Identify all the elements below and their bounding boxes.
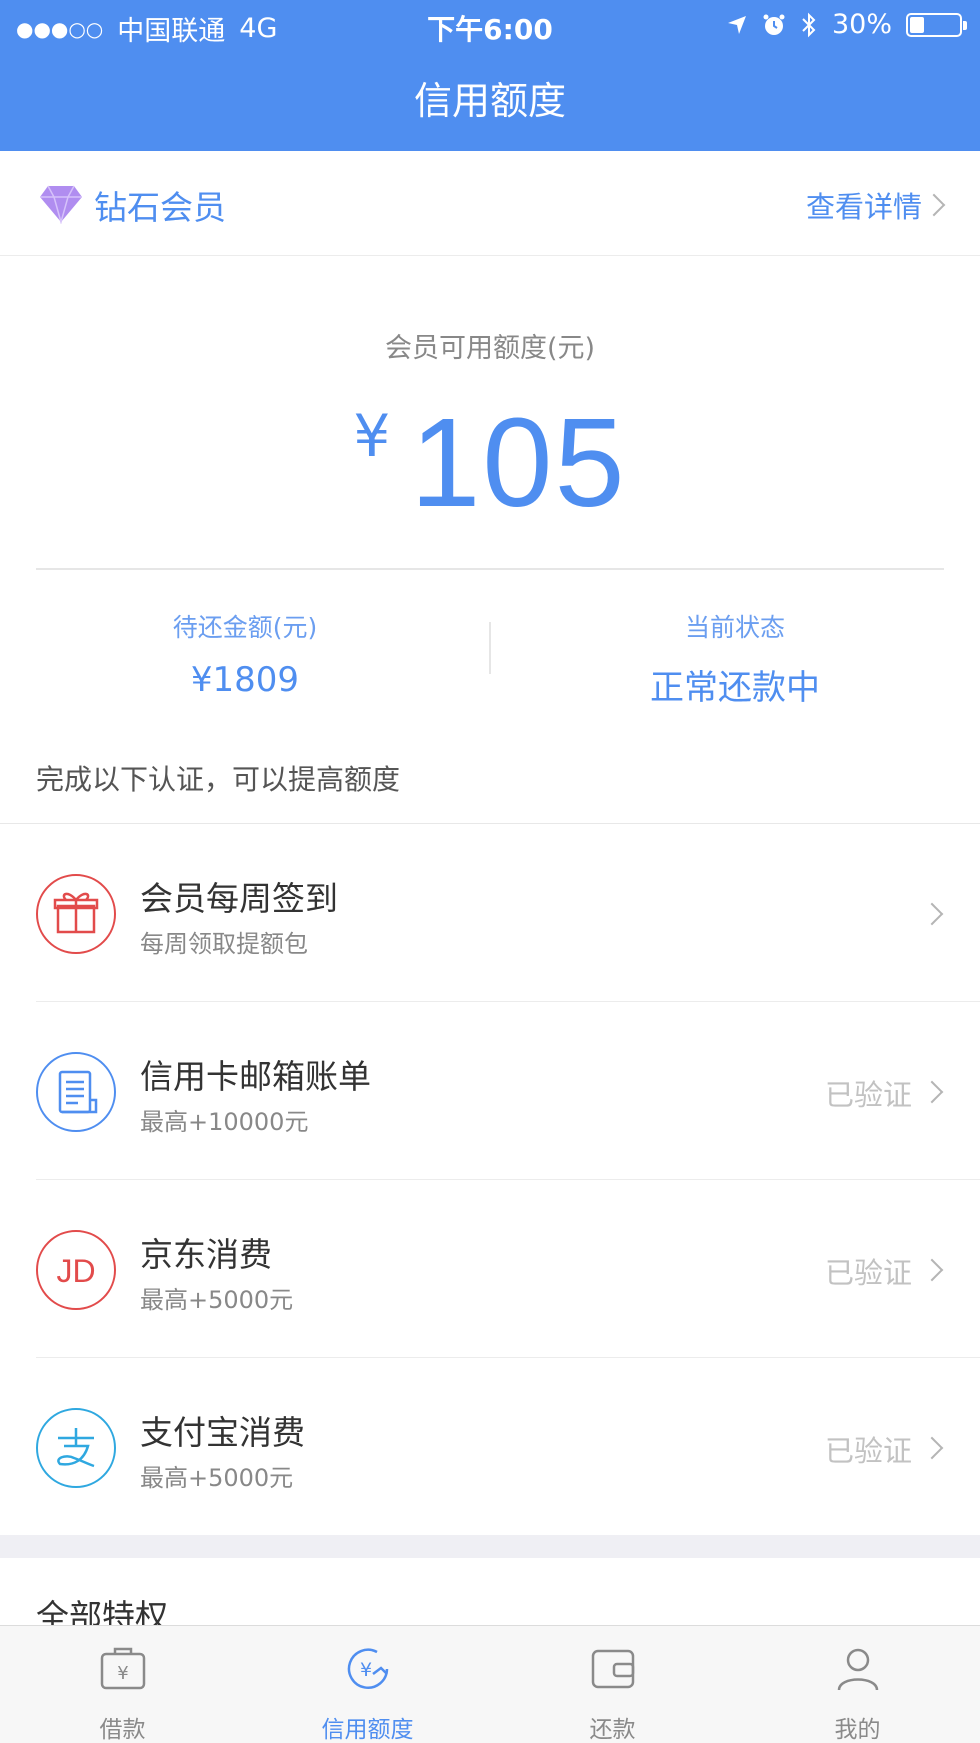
view-details-link[interactable]: 查看详情 — [806, 184, 922, 226]
loan-icon: ¥ — [100, 1647, 146, 1690]
currency-symbol: ¥ — [353, 402, 391, 470]
chevron-right-icon — [920, 1258, 944, 1282]
current-status: 当前状态 正常还款中 — [490, 608, 980, 709]
pending-repayment-value: ¥1809 — [190, 660, 300, 700]
credit-icon: ¥ — [347, 1648, 389, 1689]
pending-repayment: 待还金额(元) ¥1809 — [0, 608, 490, 700]
battery-percent: 30% — [831, 9, 892, 40]
cert-subtitle: 每周领取提额包 — [140, 930, 308, 958]
chevron-right-icon — [920, 902, 944, 926]
chevron-right-icon — [920, 1436, 944, 1460]
user-icon — [837, 1648, 879, 1691]
svg-text:¥: ¥ — [117, 1663, 128, 1684]
verified-status: 已验证 — [824, 1256, 912, 1290]
section-separator — [0, 1535, 980, 1558]
tab-loan[interactable]: ¥ 借款 — [0, 1626, 245, 1743]
tab-bar: ¥ 借款 ¥ 信用额度 还款 我的 — [0, 1625, 980, 1743]
cert-subtitle: 最高+5000元 — [140, 1286, 294, 1314]
alipay-icon — [36, 1408, 116, 1488]
pending-repayment-label: 待还金额(元) — [172, 613, 318, 642]
tab-label: 信用额度 — [321, 1717, 414, 1743]
bill-icon — [36, 1052, 116, 1132]
gift-icon — [36, 874, 116, 954]
location-arrow-icon — [727, 15, 746, 34]
chevron-right-icon — [922, 193, 946, 217]
svg-text:¥: ¥ — [360, 1659, 372, 1681]
current-status-value: 正常还款中 — [650, 668, 820, 708]
quota-amount: ¥105 — [0, 390, 980, 535]
divider — [36, 568, 944, 570]
certification-hint: 完成以下认证，可以提高额度 — [36, 763, 401, 796]
cert-row-weekly-checkin[interactable]: 会员每周签到 每周领取提额包 — [0, 824, 980, 1002]
quota-label: 会员可用额度(元) — [384, 333, 596, 364]
tab-label: 借款 — [99, 1717, 146, 1743]
svg-text:JD: JD — [56, 1253, 95, 1289]
app-header: ●●●○○ 中国联通 4G 下午6:00 30% 信用额度 — [0, 0, 980, 151]
wallet-icon — [591, 1649, 635, 1689]
cert-title: 会员每周签到 — [140, 879, 338, 918]
cert-title: 京东消费 — [140, 1235, 272, 1274]
cert-row-alipay-consumption[interactable]: 支付宝消费 最高+5000元 已验证 — [0, 1358, 980, 1536]
tab-label: 还款 — [589, 1717, 636, 1743]
cert-subtitle: 最高+10000元 — [140, 1108, 309, 1136]
member-row[interactable]: 钻石会员 查看详情 — [0, 151, 980, 256]
page-title: 信用额度 — [413, 79, 566, 123]
battery-icon — [906, 12, 967, 37]
current-status-label: 当前状态 — [684, 613, 785, 642]
chevron-right-icon — [920, 1080, 944, 1104]
tab-label: 我的 — [834, 1717, 881, 1743]
bluetooth-icon — [802, 12, 816, 37]
cert-subtitle: 最高+5000元 — [140, 1464, 294, 1492]
verified-status: 已验证 — [824, 1434, 912, 1468]
tab-credit-quota[interactable]: ¥ 信用额度 — [245, 1626, 490, 1743]
cert-title: 支付宝消费 — [140, 1413, 305, 1452]
diamond-icon — [40, 185, 82, 224]
status-bar: ●●●○○ 中国联通 4G 下午6:00 30% — [0, 0, 980, 50]
member-level: 钻石会员 — [94, 188, 226, 227]
cert-row-credit-card-bill[interactable]: 信用卡邮箱账单 最高+10000元 已验证 — [0, 1002, 980, 1180]
cert-row-jd-consumption[interactable]: JD 京东消费 最高+5000元 已验证 — [0, 1180, 980, 1358]
tab-repayment[interactable]: 还款 — [490, 1626, 735, 1743]
alarm-icon — [763, 14, 785, 35]
quota-number: 105 — [410, 392, 627, 533]
cert-title: 信用卡邮箱账单 — [140, 1057, 371, 1096]
jd-icon: JD — [36, 1230, 116, 1310]
tab-mine[interactable]: 我的 — [735, 1626, 980, 1743]
verified-status: 已验证 — [824, 1078, 912, 1112]
